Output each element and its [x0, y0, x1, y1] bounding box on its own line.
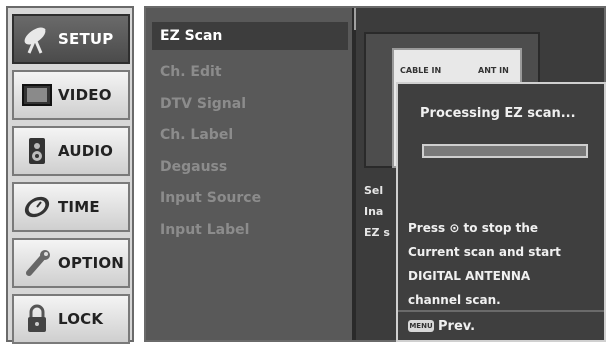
tab-label: VIDEO: [58, 86, 112, 104]
tab-label: TIME: [58, 198, 100, 216]
menu-item-degauss[interactable]: Degauss: [152, 153, 348, 181]
speaker-icon: [20, 134, 54, 168]
tab-lock[interactable]: LOCK: [12, 294, 130, 344]
category-tabs: SETUP VIDEO AUDIO TIME OPTION LOCK: [6, 6, 134, 344]
instruction-line: DIGITAL ANTENNA: [408, 269, 531, 283]
ant-in-label: ANT IN: [478, 66, 509, 75]
ez-scan-popup: Processing EZ scan... Press ⊙ to stop th…: [396, 82, 606, 342]
cable-in-label: CABLE IN: [400, 66, 442, 75]
instruction-line: channel scan.: [408, 293, 501, 307]
clock-icon: [20, 190, 54, 224]
tab-label: AUDIO: [58, 142, 114, 160]
popup-instructions: Press ⊙ to stop the Current scan and sta…: [408, 216, 604, 312]
submenu-top-strip: [354, 8, 604, 30]
menu-list: EZ Scan Ch. Edit DTV Signal Ch. Label De…: [146, 8, 352, 340]
menu-item-ez-scan[interactable]: EZ Scan: [152, 22, 348, 50]
satellite-dish-icon: [20, 22, 54, 56]
scan-progress-bar: [422, 144, 588, 158]
popup-footer: MENU Prev.: [398, 310, 604, 340]
tab-setup[interactable]: SETUP: [12, 14, 130, 64]
menu-key-icon[interactable]: MENU: [408, 320, 434, 332]
tab-time[interactable]: TIME: [12, 182, 130, 232]
menu-item-input-label[interactable]: Input Label: [152, 216, 348, 244]
monitor-icon: [20, 78, 54, 112]
menu-item-dtv-signal[interactable]: DTV Signal: [152, 90, 348, 118]
tab-option[interactable]: OPTION: [12, 238, 130, 288]
menu-item-ch-label[interactable]: Ch. Label: [152, 121, 348, 149]
tab-label: LOCK: [58, 310, 104, 328]
menu-item-ch-edit[interactable]: Ch. Edit: [152, 58, 348, 86]
padlock-icon: [20, 302, 54, 336]
tab-video[interactable]: VIDEO: [12, 70, 130, 120]
tab-label: OPTION: [58, 254, 125, 272]
panel-divider: [352, 8, 356, 340]
wrench-icon: [20, 246, 54, 280]
tab-label: SETUP: [58, 30, 114, 48]
popup-title: Processing EZ scan...: [420, 106, 576, 121]
prev-label[interactable]: Prev.: [438, 319, 475, 334]
instruction-line: Press ⊙ to stop the: [408, 221, 539, 235]
menu-item-input-source[interactable]: Input Source: [152, 184, 348, 212]
instruction-line: Current scan and start: [408, 245, 561, 259]
tab-audio[interactable]: AUDIO: [12, 126, 130, 176]
